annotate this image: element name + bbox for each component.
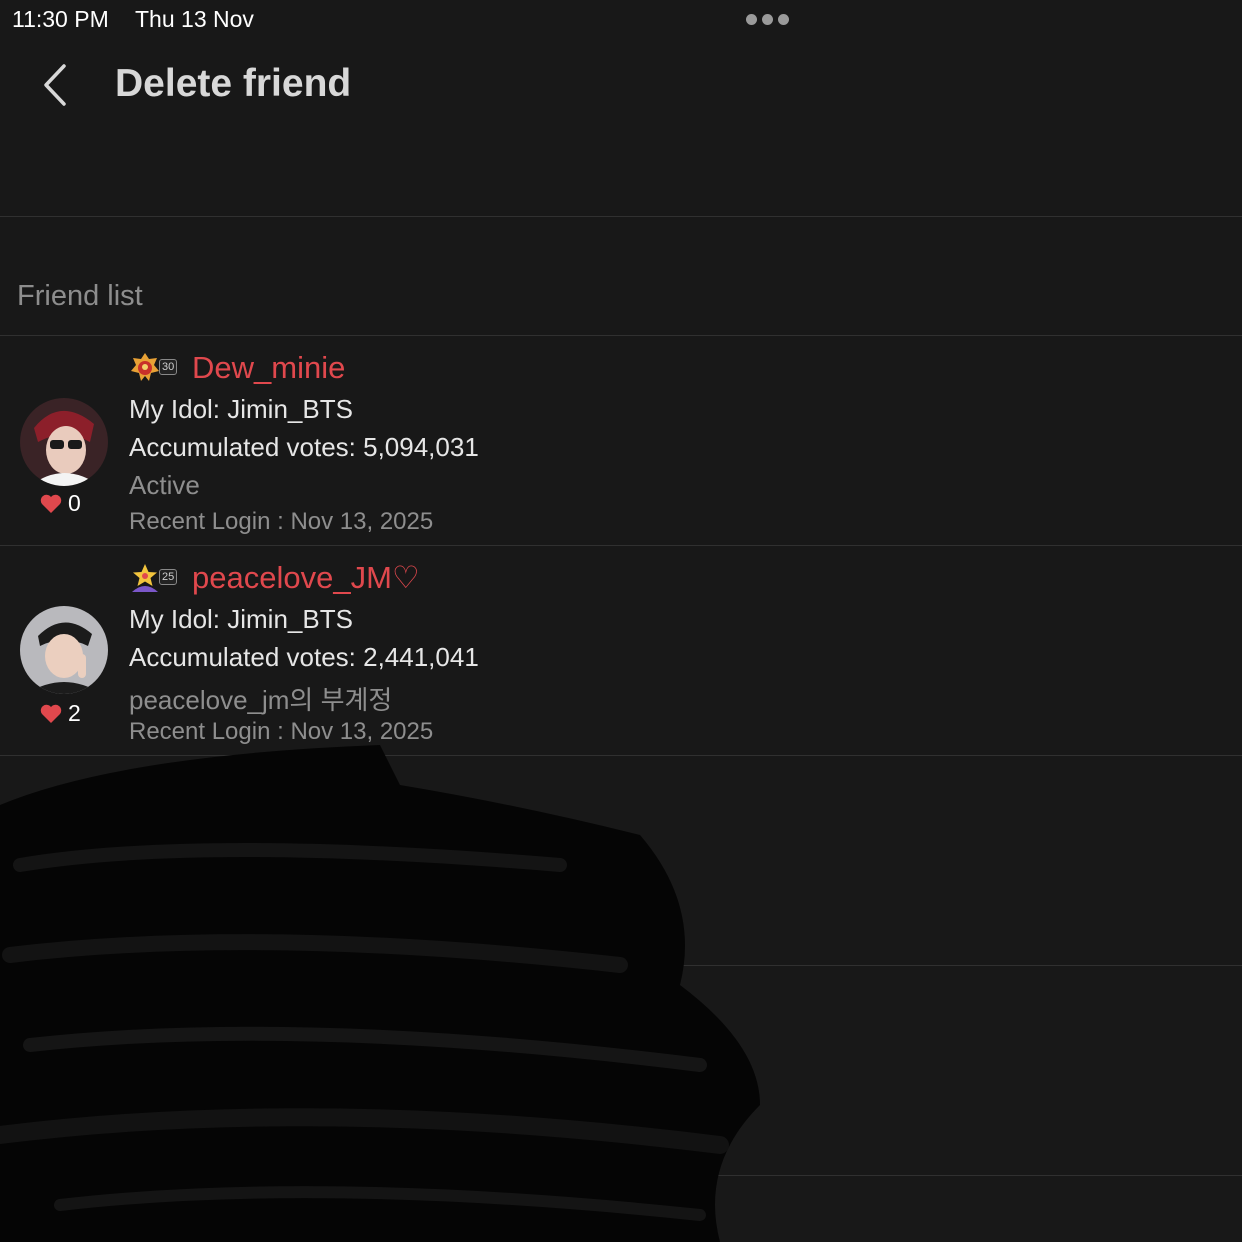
friend-row[interactable]: 0 30 Dew_minie My Idol: Jimin_BTS Accumu… — [0, 336, 1242, 546]
friend-name[interactable]: Dew_minie — [192, 350, 345, 386]
avatar — [20, 398, 108, 486]
status-time: 11:30 PM — [12, 6, 109, 32]
recent-login-text: Recent Login : Nov 13, 2025 — [129, 508, 434, 535]
rank-badge-icon — [131, 353, 159, 381]
friend-name[interactable]: peacelove_JM♡ — [192, 560, 420, 596]
status-text: peacelove_jm의 부계정 — [129, 685, 393, 715]
like-count-value: 2 — [68, 700, 81, 726]
like-count-value: 0 — [68, 490, 81, 516]
like-count: 2 — [40, 700, 81, 727]
back-button[interactable] — [30, 58, 80, 112]
recent-login-text: Recent Login : Nov 13, 2025 — [129, 718, 434, 745]
friend-row[interactable]: 2 25 peacelove_JM♡ My Idol: Jimin_BTS Ac… — [0, 546, 1242, 756]
rank-badge: 30 — [130, 352, 182, 384]
level-tag: 25 — [159, 569, 178, 585]
votes-text: Accumulated votes: 2,441,041 — [129, 642, 479, 672]
votes-text: Accumulated votes: 5,094,031 — [129, 432, 479, 462]
rank-badge: 25 — [130, 562, 182, 594]
idol-text: My Idol: Jimin_BTS — [129, 604, 353, 634]
idol-text: My Idol: Jimin_BTS — [129, 394, 353, 424]
level-tag: 30 — [159, 359, 178, 375]
like-count: 0 — [40, 490, 81, 517]
redaction-scribble — [0, 745, 760, 1242]
section-title: Friend list — [17, 280, 143, 312]
status-bar: 11:30 PM Thu 13 Nov — [0, 0, 1242, 40]
heart-icon — [40, 704, 62, 723]
status-text: Active — [129, 470, 200, 500]
heart-icon — [40, 494, 62, 513]
page-title: Delete friend — [115, 62, 352, 105]
rank-badge-icon — [132, 564, 158, 592]
header: Delete friend — [0, 40, 1242, 217]
status-date: Thu 13 Nov — [135, 6, 254, 32]
avatar — [20, 606, 108, 694]
back-chevron-icon — [44, 64, 66, 106]
more-dots-icon[interactable] — [746, 14, 789, 25]
